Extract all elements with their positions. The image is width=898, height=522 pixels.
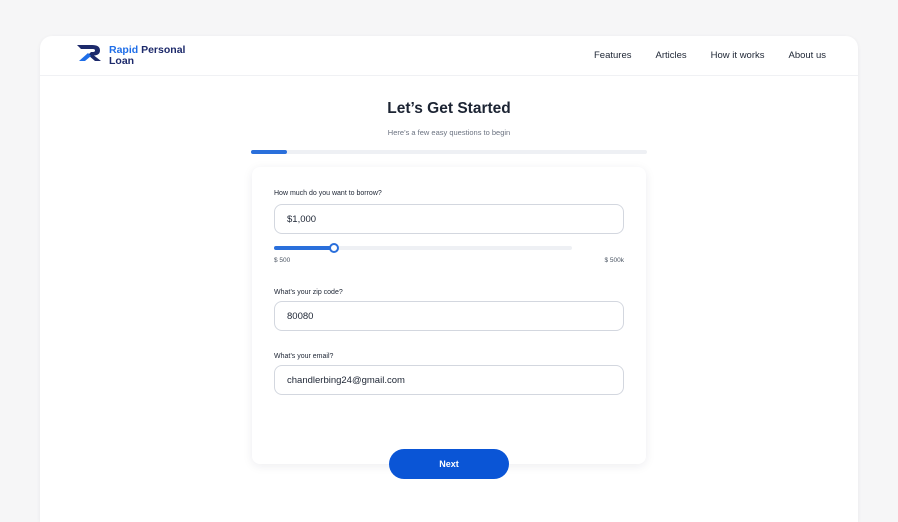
amount-min-label: $ 500 xyxy=(274,257,291,264)
site-header: Rapid Personal Loan Features Articles Ho… xyxy=(40,36,858,76)
amount-slider-fill xyxy=(274,246,334,250)
next-button[interactable]: Next xyxy=(389,449,509,479)
top-nav: Features Articles How it works About us xyxy=(594,50,826,61)
email-input[interactable] xyxy=(274,365,624,395)
loan-form-card: How much do you want to borrow? $ 500 $ … xyxy=(252,167,646,479)
amount-slider-handle[interactable] xyxy=(328,243,339,253)
step-progress-fill xyxy=(251,150,287,154)
step-progress-bar xyxy=(251,150,647,154)
page-subtitle: Here’s a few easy questions to begin xyxy=(387,128,511,137)
amount-input[interactable] xyxy=(274,204,624,234)
nav-link-about-us[interactable]: About us xyxy=(789,50,827,61)
nav-link-how-it-works[interactable]: How it works xyxy=(711,50,765,61)
page-title: Let’s Get Started xyxy=(387,100,511,117)
amount-label: How much do you want to borrow? xyxy=(274,190,382,197)
brand-name-rest: Personal xyxy=(141,44,186,56)
zip-input[interactable] xyxy=(274,301,624,331)
brand-name-line2: Loan xyxy=(109,54,135,67)
email-label: What’s your email? xyxy=(274,353,334,360)
nav-link-features[interactable]: Features xyxy=(594,50,632,61)
brand-name: Rapid Personal Loan xyxy=(109,45,185,66)
amount-max-label: $ 500k xyxy=(604,257,624,264)
zip-label: What’s your zip code? xyxy=(274,289,343,296)
nav-link-articles[interactable]: Articles xyxy=(656,50,687,61)
amount-slider[interactable] xyxy=(274,243,572,253)
brand-logo[interactable]: Rapid Personal Loan xyxy=(76,44,185,66)
app-window: Rapid Personal Loan Features Articles Ho… xyxy=(40,36,858,522)
r-monogram-icon xyxy=(77,45,101,61)
